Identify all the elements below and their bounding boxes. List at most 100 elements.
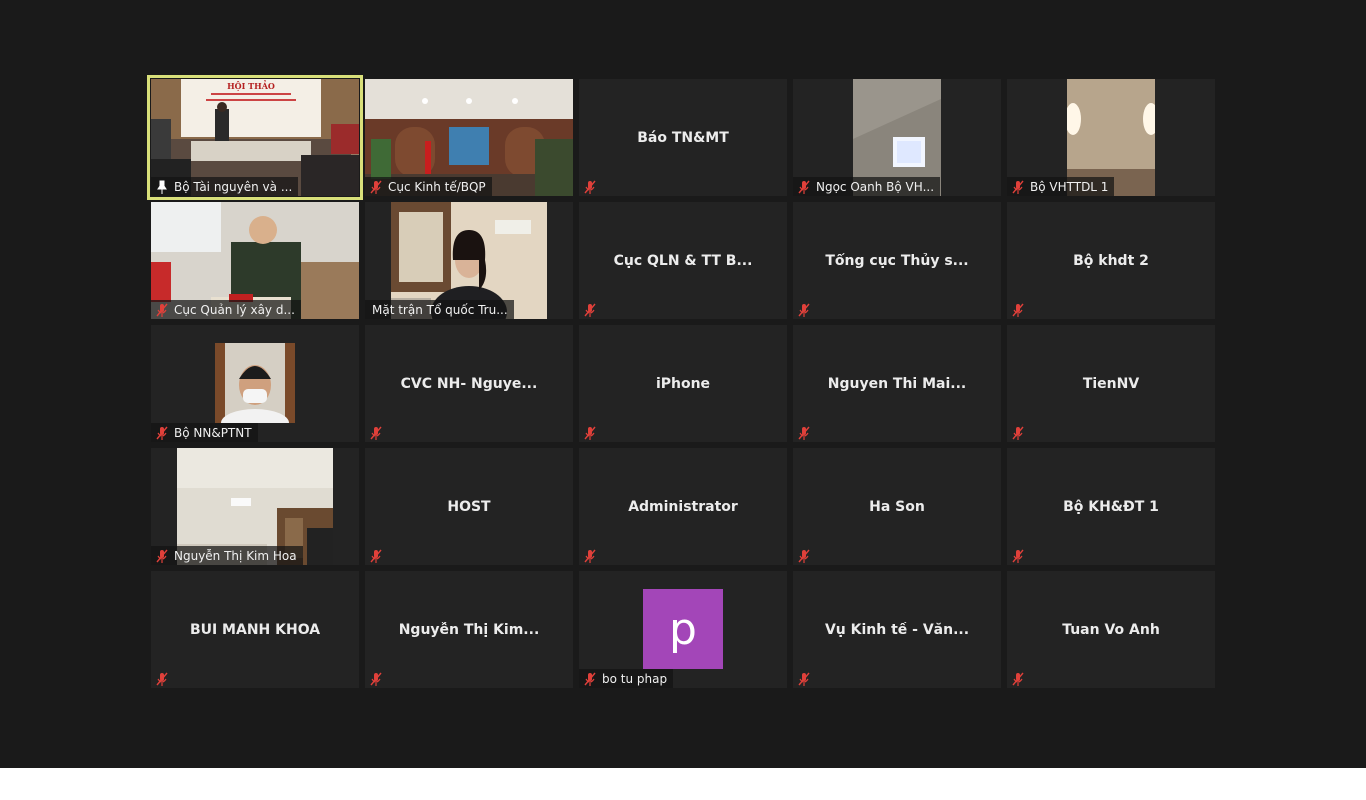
muted-mic-icon xyxy=(796,671,812,687)
participant-title: HOST xyxy=(447,498,491,515)
participant-name: Mặt trận Tổ quốc Tru... xyxy=(372,302,508,317)
participant-title: Tuan Vo Anh xyxy=(1062,621,1160,638)
participant-title: BUI MANH KHOA xyxy=(189,621,321,638)
participant-title: Báo TN&MT xyxy=(637,129,729,146)
muted-mic-icon xyxy=(582,548,598,564)
participant-tile[interactable]: HOST xyxy=(365,448,573,565)
muted-mic-icon xyxy=(582,302,598,318)
muted-mic-icon xyxy=(1010,671,1026,687)
participant-name: Cục Kinh tế/BQP xyxy=(388,179,486,194)
participant-title: Ha Son xyxy=(869,498,925,515)
participant-tile[interactable]: TienNV xyxy=(1007,325,1215,442)
participant-label: Ngọc Oanh Bộ VH... xyxy=(793,177,941,196)
participant-label xyxy=(1007,669,1032,688)
participant-label xyxy=(365,546,390,565)
participant-title: Bộ KH&ĐT 1 xyxy=(1063,498,1159,515)
participant-tile[interactable]: Administrator xyxy=(579,448,787,565)
participant-label xyxy=(579,546,604,565)
pin-icon xyxy=(154,179,170,195)
participant-label xyxy=(365,423,390,442)
participant-tile[interactable]: Bộ khdt 2 xyxy=(1007,202,1215,319)
participant-tile[interactable]: CVC NH- Nguye... xyxy=(365,325,573,442)
muted-mic-icon xyxy=(368,548,384,564)
participant-label: Mặt trận Tổ quốc Tru... xyxy=(365,300,514,319)
participant-tile[interactable]: Ngọc Oanh Bộ VH... xyxy=(793,79,1001,196)
participant-title: Tổng cục Thủy s... xyxy=(825,252,969,269)
participant-title: iPhone xyxy=(655,375,711,392)
participant-video xyxy=(215,343,295,423)
participant-label xyxy=(1007,546,1032,565)
participant-label: Bộ Tài nguyên và ... xyxy=(151,177,299,196)
participant-tile[interactable]: Bộ NN&PTNT xyxy=(151,325,359,442)
muted-mic-icon xyxy=(582,179,598,195)
participant-label xyxy=(1007,300,1032,319)
muted-mic-icon xyxy=(796,179,812,195)
participant-name: Bộ Tài nguyên và ... xyxy=(174,179,293,194)
participant-name: Bộ VHTTDL 1 xyxy=(1030,179,1109,194)
participant-label: Bộ NN&PTNT xyxy=(151,423,258,442)
participant-name: Cục Quản lý xây d... xyxy=(174,302,295,317)
muted-mic-icon xyxy=(154,548,170,564)
participant-tile[interactable]: p bo tu phap xyxy=(579,571,787,688)
masked-person-video xyxy=(215,343,295,423)
participant-tile[interactable]: Ha Son xyxy=(793,448,1001,565)
participant-name: bo tu phap xyxy=(602,671,668,686)
participant-tile[interactable]: Vụ Kinh tế - Văn... xyxy=(793,571,1001,688)
participant-tile[interactable]: iPhone xyxy=(579,325,787,442)
participant-label xyxy=(793,669,818,688)
participant-tile[interactable]: Nguyễn Thị Kim Hoa xyxy=(151,448,359,565)
meeting-gallery-view: HỘI THẢO Bộ Tài nguyên và ... Cục Kinh t… xyxy=(0,0,1366,768)
participant-tile[interactable]: HỘI THẢO Bộ Tài nguyên và ... xyxy=(147,75,363,200)
participant-name: Bộ NN&PTNT xyxy=(174,425,252,440)
participant-label: Cục Kinh tế/BQP xyxy=(365,177,492,196)
participant-label: Bộ VHTTDL 1 xyxy=(1007,177,1115,196)
participant-avatar: p xyxy=(643,589,723,669)
muted-mic-icon xyxy=(582,425,598,441)
participant-tile[interactable]: Tuan Vo Anh xyxy=(1007,571,1215,688)
participant-title: Administrator xyxy=(628,498,738,515)
participant-label xyxy=(579,423,604,442)
participant-label xyxy=(793,423,818,442)
muted-mic-icon xyxy=(796,425,812,441)
participant-title: Nguyễn Thị Kim... xyxy=(398,621,540,638)
participant-tile[interactable]: BUI MANH KHOA xyxy=(151,571,359,688)
muted-mic-icon xyxy=(1010,302,1026,318)
participant-label xyxy=(151,669,176,688)
muted-mic-icon xyxy=(796,548,812,564)
muted-mic-icon xyxy=(154,671,170,687)
participant-tile[interactable]: Tổng cục Thủy s... xyxy=(793,202,1001,319)
muted-mic-icon xyxy=(368,425,384,441)
participant-label xyxy=(793,300,818,319)
participant-tile[interactable]: Cục QLN & TT B... xyxy=(579,202,787,319)
participant-tile[interactable]: Cục Quản lý xây d... xyxy=(151,202,359,319)
muted-mic-icon xyxy=(1010,425,1026,441)
participant-tile[interactable]: Mặt trận Tổ quốc Tru... xyxy=(365,202,573,319)
muted-mic-icon xyxy=(796,302,812,318)
participant-title: Cục QLN & TT B... xyxy=(613,252,753,269)
participant-title: TienNV xyxy=(1082,375,1140,392)
participant-title: Vụ Kinh tế - Văn... xyxy=(824,621,970,638)
participant-label xyxy=(365,669,390,688)
participant-label xyxy=(579,300,604,319)
participant-tile[interactable]: Nguyen Thi Mai... xyxy=(793,325,1001,442)
muted-mic-icon xyxy=(1010,548,1026,564)
participant-label: Cục Quản lý xây d... xyxy=(151,300,301,319)
muted-mic-icon xyxy=(154,425,170,441)
participant-tile[interactable]: Nguyễn Thị Kim... xyxy=(365,571,573,688)
muted-mic-icon xyxy=(582,671,598,687)
participant-grid: HỘI THẢO Bộ Tài nguyên và ... Cục Kinh t… xyxy=(147,75,1215,688)
participant-tile[interactable]: Bộ KH&ĐT 1 xyxy=(1007,448,1215,565)
participant-tile[interactable]: Báo TN&MT xyxy=(579,79,787,196)
participant-title: Bộ khdt 2 xyxy=(1073,252,1149,269)
participant-name: Ngọc Oanh Bộ VH... xyxy=(816,179,935,194)
participant-name: Nguyễn Thị Kim Hoa xyxy=(174,548,297,563)
participant-label xyxy=(793,546,818,565)
participant-label: Nguyễn Thị Kim Hoa xyxy=(151,546,303,565)
participant-title: CVC NH- Nguye... xyxy=(400,375,538,392)
muted-mic-icon xyxy=(154,302,170,318)
participant-tile[interactable]: Cục Kinh tế/BQP xyxy=(365,79,573,196)
participant-tile[interactable]: Bộ VHTTDL 1 xyxy=(1007,79,1215,196)
participant-label xyxy=(1007,423,1032,442)
bottom-strip xyxy=(0,768,1366,800)
participant-label xyxy=(579,177,604,196)
